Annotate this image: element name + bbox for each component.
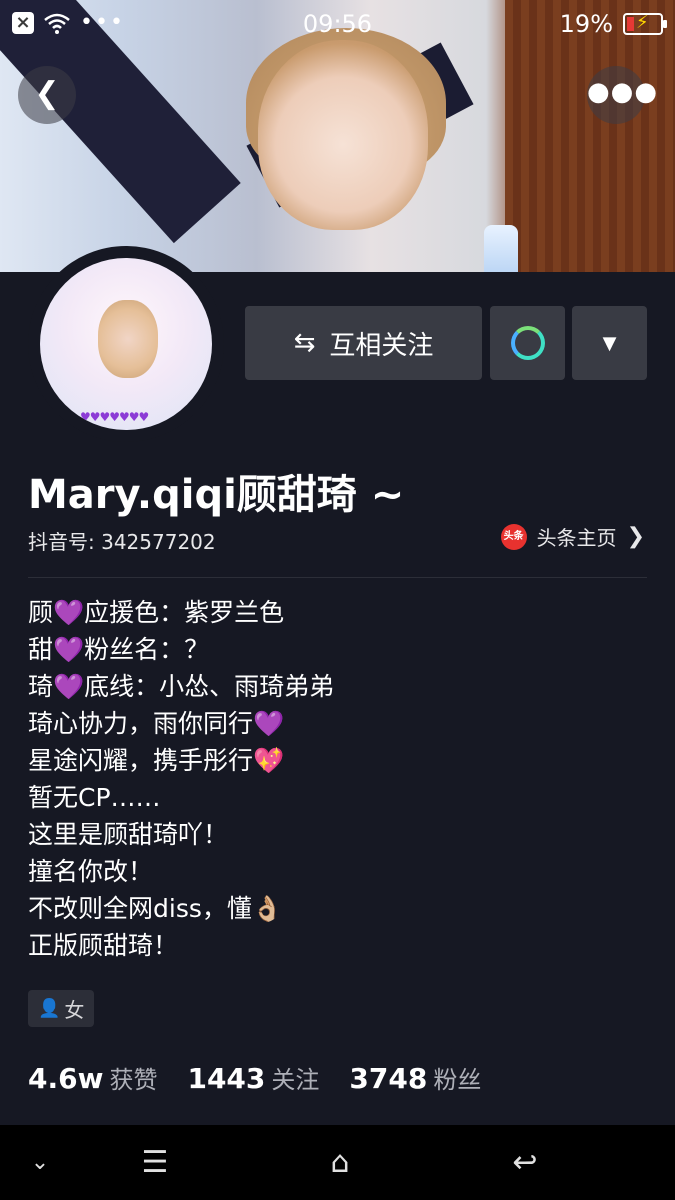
toutiao-homepage-link[interactable]: 头条 头条主页 ❯: [500, 522, 645, 551]
bio-line: 暂无CP……: [28, 783, 161, 812]
avatar-hearts-decoration: ♥♥♥♥♥♥♥: [80, 410, 149, 424]
chat-bubble-icon: [510, 326, 545, 360]
more-options-button[interactable]: ●●●: [587, 66, 657, 124]
back-button[interactable]: ❮: [18, 66, 76, 124]
stat-following[interactable]: 1443 关注: [187, 1060, 319, 1095]
divider: [28, 577, 647, 578]
nav-collapse-button[interactable]: ⌄: [20, 1125, 60, 1200]
bio-line: 不改则全网diss，懂👌🏼: [28, 894, 283, 923]
stat-label: 粉丝: [433, 1066, 482, 1094]
message-button[interactable]: [490, 306, 565, 380]
toutiao-logo-icon: 头条: [500, 523, 527, 550]
chevron-left-icon: ❮: [34, 76, 60, 111]
bio: 顾💜应援色：紫罗兰色 甜💜粉丝名：？ 琦💜底线：小怂、雨琦弟弟 琦心协力，雨你同…: [28, 594, 648, 964]
swap-arrows-icon: ⇆: [293, 328, 316, 358]
cover-bottle: [484, 225, 518, 272]
bio-line: 正版顾甜琦！: [28, 931, 179, 960]
stat-likes[interactable]: 4.6w 获赞: [28, 1060, 157, 1095]
avatar[interactable]: ♥♥♥♥♥♥♥: [28, 246, 224, 442]
bio-line: 甜💜粉丝名：？: [28, 635, 210, 664]
dropdown-button[interactable]: ▼: [572, 306, 647, 380]
mutual-follow-button[interactable]: ⇆ 互相关注: [245, 306, 482, 380]
battery-percent: 19%: [559, 10, 613, 38]
avatar-image: ♥♥♥♥♥♥♥: [40, 258, 212, 430]
bio-line: 这里是顾甜琦吖！: [28, 820, 229, 849]
bio-line: 星途闪耀，携手彤行💖: [28, 746, 285, 775]
toutiao-label: 头条主页: [536, 526, 617, 550]
profile-name: Mary.qiqi顾甜琦 ~: [28, 472, 405, 518]
battery-fill: [627, 17, 634, 31]
stat-label: 获赞: [109, 1066, 158, 1094]
battery-charging-icon: ⚡: [623, 12, 667, 35]
more-horizontal-icon: ●●●: [587, 77, 659, 107]
stat-followers[interactable]: 3748 粉丝: [349, 1060, 481, 1095]
system-nav-bar: ⌄ ☰ ⌂ ↩: [0, 1125, 675, 1200]
female-user-icon: 👤: [38, 998, 61, 1019]
mutual-follow-label: 互相关注: [329, 330, 434, 361]
stat-number: 3748: [349, 1062, 428, 1095]
bio-line: 琦心协力，雨你同行💜: [28, 709, 285, 738]
nav-back-button[interactable]: ↩: [500, 1125, 550, 1200]
bio-line: 琦💜底线：小怂、雨琦弟弟: [28, 672, 335, 701]
stats-row: 4.6w 获赞 1443 关注 3748 粉丝: [28, 1060, 481, 1095]
nav-home-button[interactable]: ⌂: [315, 1125, 365, 1200]
status-right: 19% ⚡: [559, 10, 667, 38]
back-arrow-icon: ↩: [512, 1145, 538, 1180]
chevron-down-icon: ⌄: [30, 1150, 50, 1175]
stat-number: 4.6w: [28, 1062, 104, 1095]
douyin-id: 抖音号: 342577202: [28, 530, 216, 554]
gender-tag: 👤 女: [28, 990, 95, 1027]
avatar-face: [98, 300, 158, 378]
bio-line: 顾💜应援色：紫罗兰色: [28, 598, 285, 627]
nav-menu-button[interactable]: ☰: [130, 1125, 180, 1200]
cover-face: [258, 40, 428, 230]
caret-down-icon: ▼: [602, 332, 617, 354]
stat-label: 关注: [271, 1066, 320, 1094]
charging-bolt-icon: ⚡: [636, 12, 649, 33]
status-bar: × ••• 09:56 19% ⚡: [0, 0, 675, 48]
home-icon: ⌂: [330, 1145, 350, 1180]
chevron-right-icon: ❯: [626, 524, 645, 549]
stat-number: 1443: [187, 1062, 266, 1095]
cover-photo: × ••• 09:56 19% ⚡ ❮ ●●●: [0, 0, 675, 272]
bio-line: 撞名你改！: [28, 857, 154, 886]
menu-icon: ☰: [141, 1145, 169, 1180]
gender-label: 女: [64, 998, 85, 1022]
